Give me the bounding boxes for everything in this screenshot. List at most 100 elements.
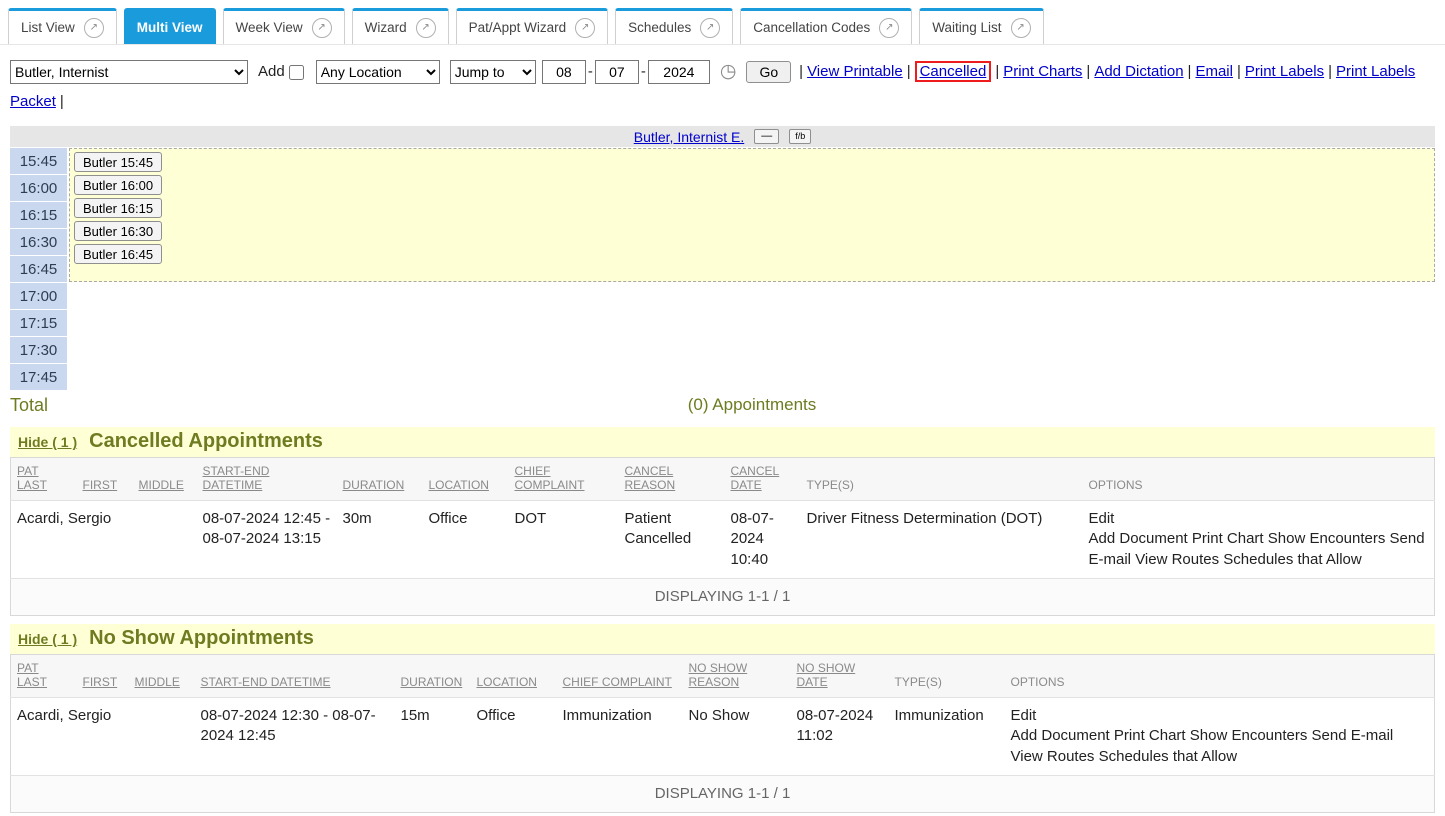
- edit-option[interactable]: Edit: [1089, 509, 1429, 529]
- appt-datetime: 08-07-2024 12:45 - 08-07-2024 13:15: [197, 501, 337, 579]
- appt-duration: 15m: [395, 698, 471, 776]
- time-slot[interactable]: 15:45: [10, 148, 67, 174]
- tab-waiting-list[interactable]: Waiting List ↗: [919, 8, 1043, 44]
- col-header-datetime[interactable]: START-END DATETIME: [197, 458, 337, 501]
- view-printable-link[interactable]: View Printable: [807, 63, 903, 80]
- col-header-cancel-date[interactable]: CANCEL DATE: [725, 458, 801, 501]
- col-header-types: TYPE(S): [889, 655, 1005, 698]
- displaying-label: DISPLAYING 1-1 / 1: [11, 578, 1435, 615]
- print-chart-option[interactable]: Print Chart: [1192, 530, 1264, 547]
- slot-button[interactable]: Butler 16:15: [74, 198, 162, 218]
- slot-button[interactable]: Butler 16:45: [74, 244, 162, 264]
- show-encounters-option[interactable]: Show Encounters: [1190, 727, 1308, 744]
- col-header-types: TYPE(S): [801, 458, 1083, 501]
- col-header-duration[interactable]: DURATION: [395, 655, 471, 698]
- email-link[interactable]: Email: [1195, 63, 1233, 80]
- col-header-chief-complaint[interactable]: CHIEF COMPLAINT: [509, 458, 619, 501]
- go-button[interactable]: Go: [746, 61, 791, 83]
- cancelled-link[interactable]: Cancelled: [920, 63, 987, 80]
- annotation-highlight-box: Cancelled: [915, 61, 992, 82]
- time-slot[interactable]: 17:15: [10, 310, 67, 336]
- appt-types: Driver Fitness Determination (DOT): [801, 501, 1083, 579]
- popout-icon[interactable]: ↗: [879, 18, 899, 38]
- add-checkbox[interactable]: [289, 65, 304, 80]
- add-document-option[interactable]: Add Document: [1089, 530, 1188, 547]
- col-header-options: OPTIONS: [1005, 655, 1435, 698]
- tab-label: List View: [21, 20, 75, 35]
- popout-icon[interactable]: ↗: [84, 18, 104, 38]
- slot-button[interactable]: Butler 16:30: [74, 221, 162, 241]
- view-routes-option[interactable]: View Routes: [1011, 748, 1095, 765]
- add-dictation-link[interactable]: Add Dictation: [1094, 63, 1183, 80]
- popout-icon[interactable]: ↗: [312, 18, 332, 38]
- date-month-input[interactable]: [542, 60, 586, 84]
- col-header-location[interactable]: LOCATION: [423, 458, 509, 501]
- col-header-pat-last[interactable]: PAT LAST: [11, 458, 77, 501]
- time-slot[interactable]: 16:30: [10, 229, 67, 255]
- popout-icon[interactable]: ↗: [1011, 18, 1031, 38]
- tab-multi-view[interactable]: Multi View: [124, 8, 216, 44]
- separator: |: [1237, 63, 1241, 80]
- col-header-chief-complaint[interactable]: CHIEF COMPLAINT: [557, 655, 683, 698]
- tab-week-view[interactable]: Week View ↗: [223, 8, 345, 44]
- col-header-pat-last[interactable]: PAT LAST: [11, 655, 77, 698]
- clock-icon[interactable]: ◷: [720, 61, 737, 82]
- separator: |: [907, 63, 911, 80]
- col-header-noshow-date[interactable]: NO SHOW DATE: [791, 655, 889, 698]
- show-encounters-option[interactable]: Show Encounters: [1268, 530, 1386, 547]
- cancelled-table: PAT LAST FIRST MIDDLE START-END DATETIME…: [10, 457, 1435, 616]
- chief-complaint: DOT: [509, 501, 619, 579]
- col-header-first[interactable]: FIRST: [77, 655, 129, 698]
- collapse-button[interactable]: —: [754, 129, 779, 144]
- provider-link[interactable]: Butler, Internist E.: [634, 129, 745, 145]
- displaying-label: DISPLAYING 1-1 / 1: [11, 775, 1435, 812]
- appt-location: Office: [423, 501, 509, 579]
- time-slot[interactable]: 16:45: [10, 256, 67, 282]
- date-day-input[interactable]: [595, 60, 639, 84]
- cancel-date: 08-07-2024 10:40: [725, 501, 801, 579]
- jump-to-select[interactable]: Jump to: [450, 60, 536, 84]
- fb-button[interactable]: f/b: [789, 129, 811, 144]
- edit-option[interactable]: Edit: [1011, 706, 1429, 726]
- print-labels-link[interactable]: Print Labels: [1245, 63, 1324, 80]
- print-chart-option[interactable]: Print Chart: [1114, 727, 1186, 744]
- hide-noshow-link[interactable]: Hide ( 1 ): [18, 631, 77, 647]
- popout-icon[interactable]: ↗: [416, 18, 436, 38]
- time-slot[interactable]: 17:30: [10, 337, 67, 363]
- tab-schedules[interactable]: Schedules ↗: [615, 8, 733, 44]
- hide-cancelled-link[interactable]: Hide ( 1 ): [18, 434, 77, 450]
- col-header-duration[interactable]: DURATION: [337, 458, 423, 501]
- time-slot[interactable]: 16:00: [10, 175, 67, 201]
- table-footer-row: DISPLAYING 1-1 / 1: [11, 578, 1435, 615]
- add-document-option[interactable]: Add Document: [1011, 727, 1110, 744]
- schedules-that-allow-option[interactable]: Schedules that Allow: [1223, 551, 1361, 568]
- tab-list-view[interactable]: List View ↗: [8, 8, 117, 44]
- print-charts-link[interactable]: Print Charts: [1003, 63, 1082, 80]
- date-year-input[interactable]: [648, 60, 710, 84]
- slot-button[interactable]: Butler 16:00: [74, 175, 162, 195]
- schedules-that-allow-option[interactable]: Schedules that Allow: [1099, 748, 1237, 765]
- slot-button[interactable]: Butler 15:45: [74, 152, 162, 172]
- col-header-cancel-reason[interactable]: CANCEL REASON: [619, 458, 725, 501]
- col-header-noshow-reason[interactable]: NO SHOW REASON: [683, 655, 791, 698]
- separator: |: [1188, 63, 1192, 80]
- tab-wizard[interactable]: Wizard ↗: [352, 8, 449, 44]
- tab-pat-appt-wizard[interactable]: Pat/Appt Wizard ↗: [456, 8, 609, 44]
- send-email-option[interactable]: Send E-mail: [1312, 727, 1394, 744]
- col-header-first[interactable]: FIRST: [77, 458, 133, 501]
- popout-icon[interactable]: ↗: [575, 18, 595, 38]
- col-header-datetime[interactable]: START-END DATETIME: [195, 655, 395, 698]
- time-slot[interactable]: 16:15: [10, 202, 67, 228]
- separator: |: [995, 63, 999, 80]
- col-header-middle[interactable]: MIDDLE: [133, 458, 197, 501]
- time-slot[interactable]: 17:00: [10, 283, 67, 309]
- view-routes-option[interactable]: View Routes: [1135, 551, 1219, 568]
- col-header-middle[interactable]: MIDDLE: [129, 655, 195, 698]
- col-header-location[interactable]: LOCATION: [471, 655, 557, 698]
- tab-cancellation-codes[interactable]: Cancellation Codes ↗: [740, 8, 912, 44]
- popout-icon[interactable]: ↗: [700, 18, 720, 38]
- noshow-header-row: PAT LAST FIRST MIDDLE START-END DATETIME…: [11, 655, 1435, 698]
- location-select[interactable]: Any Location: [316, 60, 440, 84]
- provider-select[interactable]: Butler, Internist: [10, 60, 248, 84]
- time-slot[interactable]: 17:45: [10, 364, 67, 390]
